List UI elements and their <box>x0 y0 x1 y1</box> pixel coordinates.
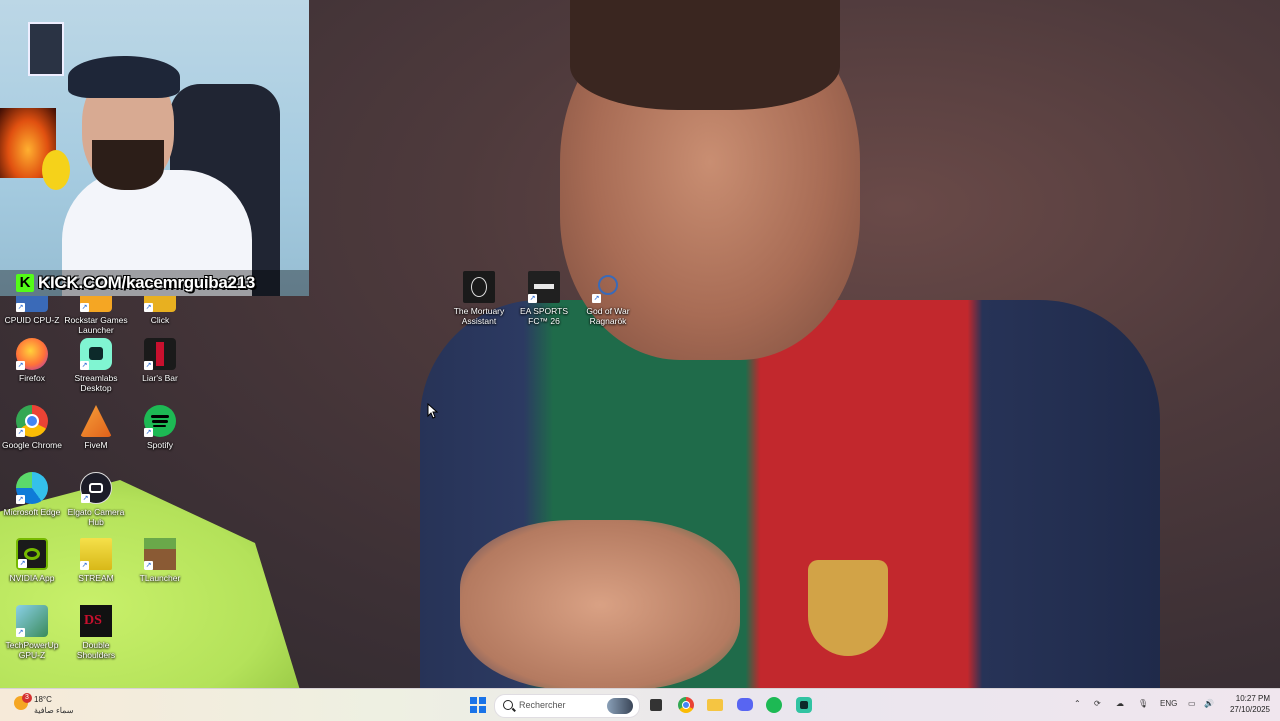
fivem-icon <box>80 405 112 437</box>
mortuary-icon <box>463 271 495 303</box>
desktop-icon-stream[interactable]: ↗ STREAM <box>64 538 128 583</box>
system-clock[interactable]: 10:27 PM 27/10/2025 <box>1222 693 1270 715</box>
desktop-icon-elgato[interactable]: ↗ Elgato Camera Hub <box>64 472 128 527</box>
desktop-icon-liars-bar[interactable]: ↗ Liar's Bar <box>128 338 192 383</box>
stream-icon: ↗ <box>80 538 112 570</box>
desktop-icon-streamlabs[interactable]: ↗ Streamlabs Desktop <box>64 338 128 393</box>
desktop-icon-ea-fc[interactable]: ↗ EA SPORTS FC™ 26 <box>512 271 576 326</box>
tray-volume-icon[interactable]: 🔊 <box>1204 699 1214 708</box>
desktop-icon-label: Microsoft Edge <box>3 507 61 517</box>
webcam-poster <box>28 22 64 76</box>
weather-temperature: 18°C <box>34 695 52 704</box>
desktop-icon-label: STREAM <box>78 573 114 583</box>
wallpaper-crest <box>808 560 888 656</box>
desktop-icon-god-of-war[interactable]: ↗ God of War Ragnarök <box>576 271 640 326</box>
streamlabs-icon <box>796 697 812 713</box>
webcam-overlay: K KICK.COM/kacemrguiba213 <box>0 0 309 296</box>
clock-date: 27/10/2025 <box>1229 705 1270 714</box>
search-icon <box>503 700 513 710</box>
weather-condition: سماء صافية <box>34 706 74 715</box>
desktop-icon-mortuary[interactable]: The Mortuary Assistant <box>447 271 511 326</box>
desktop-icon-label: Rockstar Games Launcher <box>64 315 128 335</box>
tray-update-icon[interactable]: ⟳ <box>1094 699 1101 708</box>
tray-cloud-icon[interactable]: ☁ <box>1116 699 1124 708</box>
wallpaper-hands <box>460 520 740 688</box>
taskbar: 3 18°C سماء صافية Rechercher ⌃ ⟳ ☁ 🎙 ENG… <box>0 688 1280 721</box>
desktop-icon-spotify[interactable]: ↗ Spotify <box>128 405 192 450</box>
desktop-icon-edge[interactable]: ↗ Microsoft Edge <box>0 472 64 517</box>
weather-notification-badge: 3 <box>22 693 32 703</box>
elgato-camera-icon: ↗ <box>80 472 112 504</box>
spotify-icon: ↗ <box>144 405 176 437</box>
desktop-icon-label: FiveM <box>84 440 108 450</box>
double-shoulders-icon: DS <box>80 605 112 637</box>
firefox-icon: ↗ <box>16 338 48 370</box>
desktop-icon-double-shoulders[interactable]: DS Double Shoulders <box>64 605 128 660</box>
taskbar-discord[interactable] <box>735 695 755 715</box>
kick-channel-url: KICK.COM/kacemrguiba213 <box>38 273 256 292</box>
discord-icon <box>737 698 753 711</box>
gpuz-icon: ↗ <box>16 605 48 637</box>
search-placeholder: Rechercher <box>519 700 566 710</box>
desktop-icon-label: Double Shoulders <box>76 640 116 660</box>
nvidia-icon: ↗ <box>16 538 48 570</box>
windows-start-icon <box>470 697 486 713</box>
tray-microphone-icon[interactable]: 🎙 <box>1138 699 1148 708</box>
show-hidden-icons-chevron-icon[interactable]: ⌃ <box>1074 699 1081 708</box>
search-highlight-image <box>607 698 633 714</box>
desktop-icon-gpuz[interactable]: ↗ TechPowerUp GPU-Z <box>0 605 64 660</box>
liars-bar-icon: ↗ <box>144 338 176 370</box>
desktop-icon-nvidia[interactable]: ↗ NVIDIA App <box>0 538 64 583</box>
desktop-icon-tlauncher[interactable]: ↗ TLauncher <box>128 538 192 583</box>
desktop-icon-label: CPUID CPU-Z <box>4 315 60 325</box>
desktop-icon-label: NVIDIA App <box>9 573 55 583</box>
desktop-icon-label: Google Chrome <box>1 440 62 450</box>
webcam-streamer-cap <box>68 56 180 98</box>
tray-network-icon[interactable]: ▭ <box>1188 699 1196 708</box>
kick-logo-icon: K <box>16 274 34 292</box>
desktop-icon-label: Streamlabs Desktop <box>74 373 118 393</box>
desktop-icon-label: Spotify <box>147 440 173 450</box>
webcam-tweety-figure <box>42 150 70 190</box>
taskbar-chrome[interactable] <box>676 695 696 715</box>
desktop-icon-label: EA SPORTS FC™ 26 <box>519 306 569 326</box>
start-button[interactable] <box>468 695 488 715</box>
kick-channel-banner: K KICK.COM/kacemrguiba213 <box>0 270 309 296</box>
desktop-icon-label: Firefox <box>19 373 45 383</box>
clock-time: 10:27 PM <box>1235 694 1270 703</box>
streamlabs-icon: ↗ <box>80 338 112 370</box>
chrome-icon <box>678 697 694 713</box>
taskbar-spotify[interactable] <box>764 695 784 715</box>
chrome-icon: ↗ <box>16 405 48 437</box>
desktop-icon-label: Liar's Bar <box>142 373 178 383</box>
desktop-icon-label: Elgato Camera Hub <box>67 507 125 527</box>
edge-icon: ↗ <box>16 472 48 504</box>
spotify-icon <box>766 697 782 713</box>
language-indicator[interactable]: ENG <box>1160 699 1177 708</box>
desktop-icon-label: TechPowerUp GPU-Z <box>5 640 59 660</box>
desktop-icon-label: God of War Ragnarök <box>586 306 630 326</box>
desktop-icon-chrome[interactable]: ↗ Google Chrome <box>0 405 64 450</box>
god-of-war-icon: ↗ <box>592 271 624 303</box>
tlauncher-icon: ↗ <box>144 538 176 570</box>
file-manager-icon <box>650 699 662 711</box>
folder-icon <box>707 699 723 711</box>
desktop-icon-fivem[interactable]: FiveM <box>64 405 128 450</box>
taskbar-file-explorer[interactable] <box>705 695 725 715</box>
weather-widget[interactable]: 3 18°C سماء صافية <box>10 692 130 718</box>
desktop-icon-label: TLauncher <box>139 573 181 583</box>
desktop-icon-label: The Mortuary Assistant <box>453 306 505 326</box>
wallpaper-hair <box>570 0 840 110</box>
ea-fc-icon: ↗ <box>528 271 560 303</box>
search-box[interactable]: Rechercher <box>494 694 640 718</box>
taskbar-streamlabs[interactable] <box>794 695 814 715</box>
taskbar-file-manager[interactable] <box>646 695 666 715</box>
desktop-icon-firefox[interactable]: ↗ Firefox <box>0 338 64 383</box>
desktop-icon-label: Click <box>150 315 170 325</box>
webcam-streamer-beard <box>92 140 164 190</box>
